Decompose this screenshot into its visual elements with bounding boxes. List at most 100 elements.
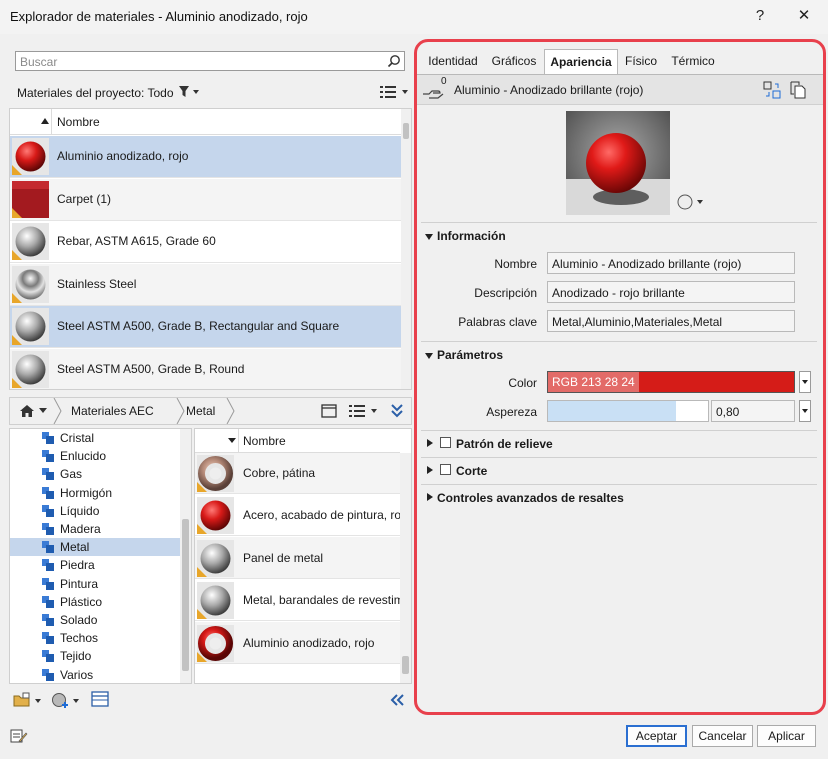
duplicate-asset-icon[interactable]: [789, 81, 807, 99]
tree-item[interactable]: Piedra: [10, 556, 180, 574]
tree-item[interactable]: Metal: [10, 538, 180, 557]
create-material-icon[interactable]: [51, 692, 81, 708]
material-name: Panel de metal: [243, 550, 324, 565]
list-item[interactable]: Cobre, pátina: [195, 451, 400, 494]
tab-apariencia[interactable]: Apariencia: [544, 49, 618, 74]
tree-item[interactable]: Tejido: [10, 647, 180, 665]
apply-button[interactable]: Aplicar: [757, 725, 816, 747]
material-editor-icon[interactable]: [91, 691, 109, 707]
scrollbar-thumb[interactable]: [402, 656, 409, 674]
description-field[interactable]: Anodizado - rojo brillante: [547, 281, 795, 303]
relief-checkbox[interactable]: [440, 437, 451, 448]
accept-button[interactable]: Aceptar: [626, 725, 687, 747]
list-item[interactable]: Metal, barandales de revestim: [195, 579, 400, 621]
material-name: Steel ASTM A500, Grade B, Rectangular an…: [57, 319, 340, 333]
roughness-dropdown[interactable]: [799, 400, 811, 422]
tree-item[interactable]: Enlucido: [10, 447, 180, 465]
tab-graficos[interactable]: Gráficos: [485, 49, 543, 74]
name-field[interactable]: Aluminio - Anodizado brillante (rojo): [547, 252, 795, 274]
color-swatch[interactable]: RGB 213 28 24: [547, 371, 795, 393]
crumb-materiales-aec[interactable]: Materiales AEC: [71, 404, 154, 418]
search-placeholder: Buscar: [20, 55, 58, 69]
edit-notes-icon[interactable]: [10, 728, 28, 744]
list-item[interactable]: Carpet (1): [10, 178, 402, 221]
project-list-header[interactable]: Nombre: [10, 109, 402, 135]
collapse-down-icon[interactable]: [391, 403, 403, 419]
panel-layout-icon[interactable]: [321, 404, 337, 418]
params-section-header[interactable]: Parámetros: [437, 348, 503, 362]
roughness-label: Aspereza: [486, 405, 537, 419]
advanced-section-header[interactable]: Controles avanzados de resaltes: [437, 491, 624, 505]
tab-fisico[interactable]: Físico: [618, 49, 664, 74]
category-icon: [42, 468, 54, 481]
home-icon[interactable]: [19, 404, 35, 418]
expand-params-icon[interactable]: [425, 353, 433, 359]
sort-ascending-icon[interactable]: [41, 118, 49, 124]
project-list-scrollbar[interactable]: [401, 109, 411, 389]
expand-cut-icon[interactable]: [427, 466, 433, 474]
section-divider: [421, 457, 817, 458]
tree-item[interactable]: Solado: [10, 611, 180, 629]
list-item[interactable]: Aluminio anodizado, rojo: [10, 136, 402, 178]
cut-section-header[interactable]: Corte: [456, 464, 487, 478]
collapse-panel-icon[interactable]: [389, 694, 405, 706]
filter-icon[interactable]: [178, 85, 200, 99]
expand-advanced-icon[interactable]: [427, 493, 433, 501]
crumb-separator-icon: [176, 398, 185, 424]
tree-scrollbar[interactable]: [180, 429, 191, 683]
library-name-column-header[interactable]: Nombre: [243, 434, 286, 448]
category-label: Plástico: [60, 594, 103, 609]
list-item[interactable]: Aluminio anodizado, rojo: [195, 621, 400, 664]
material-thumbnail: [197, 497, 234, 534]
crumb-metal[interactable]: Metal: [186, 404, 215, 418]
color-dropdown[interactable]: [799, 371, 811, 393]
replace-asset-icon[interactable]: [763, 81, 781, 99]
open-library-icon[interactable]: [13, 692, 43, 708]
tree-item[interactable]: Varios: [10, 666, 180, 683]
list-item[interactable]: Rebar, ASTM A615, Grade 60: [10, 221, 402, 263]
tree-item[interactable]: Líquido: [10, 502, 180, 520]
close-button[interactable]: ✕: [789, 4, 819, 28]
list-item[interactable]: Steel ASTM A500, Grade B, Rectangular an…: [10, 306, 402, 348]
search-input[interactable]: Buscar: [15, 51, 405, 71]
help-button[interactable]: ?: [745, 4, 775, 28]
expand-relief-icon[interactable]: [427, 439, 433, 447]
sort-descending-icon[interactable]: [228, 438, 236, 443]
list-item[interactable]: Steel ASTM A500, Grade B, Round: [10, 348, 402, 389]
library-materials-list: Nombre CobreCobre, pátinaAcero, acabado …: [194, 428, 412, 684]
scrollbar-thumb[interactable]: [182, 519, 189, 671]
column-divider: [51, 109, 52, 135]
scrollbar-thumb[interactable]: [403, 123, 409, 139]
tree-item[interactable]: Madera: [10, 520, 180, 538]
roughness-field[interactable]: 0,80: [711, 400, 795, 422]
tree-item[interactable]: Cristal: [10, 429, 180, 447]
tree-item[interactable]: Pintura: [10, 575, 180, 593]
list-item[interactable]: Stainless Steel: [10, 263, 402, 306]
cut-checkbox[interactable]: [440, 464, 451, 475]
category-icon: [42, 541, 54, 554]
library-list-header[interactable]: Nombre: [195, 429, 400, 453]
tree-item[interactable]: Gas: [10, 465, 180, 483]
library-list-scrollbar[interactable]: [400, 453, 411, 683]
info-section-header[interactable]: Información: [437, 229, 506, 243]
name-column-header[interactable]: Nombre: [57, 115, 100, 129]
roughness-slider[interactable]: [547, 400, 709, 422]
preview-options-icon[interactable]: [676, 193, 706, 211]
relief-section-header[interactable]: Patrón de relieve: [456, 437, 553, 451]
tab-identidad[interactable]: Identidad: [421, 49, 485, 74]
chevron-down-icon[interactable]: [38, 408, 48, 414]
field-label-name: Nombre: [494, 257, 537, 271]
tree-item[interactable]: Plástico: [10, 593, 180, 611]
view-options-icon[interactable]: [348, 404, 378, 418]
view-options-icon[interactable]: [379, 85, 409, 99]
tree-item[interactable]: Hormigón: [10, 484, 180, 502]
expand-info-icon[interactable]: [425, 234, 433, 240]
keywords-field[interactable]: Metal,Aluminio,Materiales,Metal: [547, 310, 795, 332]
cancel-button[interactable]: Cancelar: [692, 725, 753, 747]
search-icon[interactable]: [387, 54, 401, 68]
material-thumbnail: [197, 582, 234, 619]
list-item[interactable]: Acero, acabado de pintura, ro: [195, 494, 400, 536]
list-item[interactable]: Panel de metal: [195, 536, 400, 579]
tree-item[interactable]: Techos: [10, 629, 180, 647]
tab-termico[interactable]: Térmico: [664, 49, 722, 74]
